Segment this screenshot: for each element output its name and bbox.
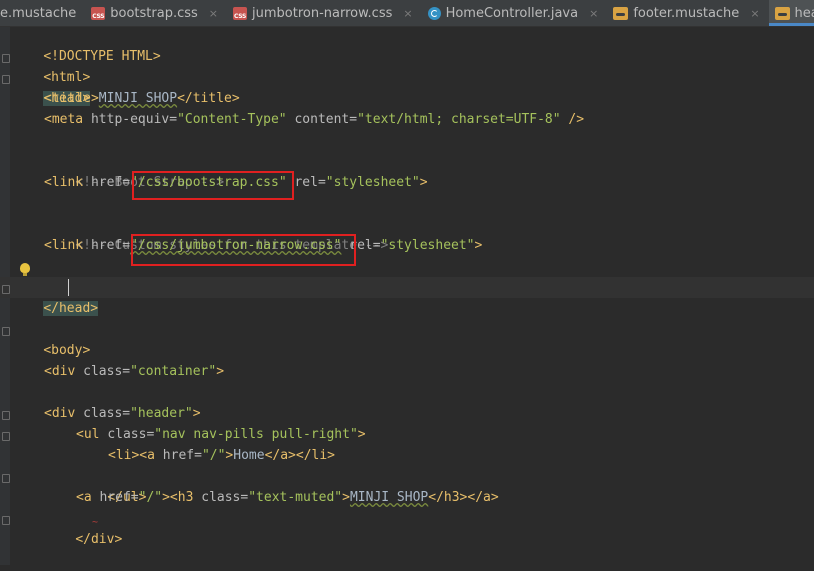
meta-tag-token: <meta (44, 112, 91, 127)
code-line-23[interactable]: <a href="/"><h3 class="text-muted">MINJI… (76, 487, 499, 508)
fold-marker-icon[interactable] (2, 411, 10, 420)
fold-marker-icon[interactable] (2, 285, 10, 294)
div-close-tag-token: </div> (75, 532, 123, 547)
attr-value-token: "text-muted" (248, 490, 343, 505)
ul-tag-token: <ul (76, 427, 108, 442)
code-line-20[interactable]: <ul class="nav nav-pills pull-right"> (76, 424, 366, 445)
attr-token: class= (83, 364, 131, 379)
code-line-5[interactable]: <meta http-equiv="Content-Type" content=… (44, 109, 584, 130)
css-file-icon: CSS (91, 6, 106, 20)
attr-token: http-equiv= (90, 112, 178, 127)
code-line-10[interactable]: <!-- Custom styles for this template --> (44, 214, 388, 253)
code-line-22[interactable]: </ul> (76, 466, 146, 505)
fold-marker-icon[interactable] (2, 54, 10, 63)
code-line-7[interactable]: <!-- Boot Strap --> (44, 151, 224, 190)
attr-value-token: "text/html; charset=UTF-8" (357, 112, 561, 127)
java-class-icon (427, 6, 441, 20)
heading-text-token: MINJI SHOP (349, 490, 429, 505)
title-tag-token: <title> (44, 91, 99, 106)
tag-end-token: > (192, 406, 201, 421)
code-editor[interactable]: <!DOCTYPE HTML> <html> <head> <title>MIN… (0, 27, 814, 565)
li-a-tag-token: <li><a (108, 448, 163, 463)
fold-marker-icon[interactable] (2, 327, 10, 336)
mustache-icon (774, 6, 790, 20)
tab-label: bootstrap.css (110, 5, 198, 21)
h3-tag-token: ><h3 (162, 490, 202, 505)
mustache-icon (613, 6, 629, 20)
editor-tab-bar: e.mustache CSS bootstrap.css × CSS jumbo… (0, 0, 814, 27)
highlight-box-bootstrap-href (132, 171, 294, 200)
tab-bootstrap-css[interactable]: CSS bootstrap.css × (85, 0, 227, 26)
code-line-3[interactable]: <head> (12, 67, 91, 106)
fold-marker-icon[interactable] (2, 75, 10, 84)
error-marker-icon: ~ (92, 517, 99, 528)
attr-value-token: "container" (130, 364, 217, 379)
tab-label: HomeController.java (445, 5, 579, 21)
title-text-token: MINJI SHOP (98, 91, 178, 106)
attr-value-token: "header" (130, 406, 193, 421)
div-tag-token: <div (44, 364, 84, 379)
attr-token: class= (83, 406, 131, 421)
tab-label: footer.mustache (633, 5, 740, 21)
fold-marker-icon[interactable] (2, 516, 10, 525)
fold-marker-icon[interactable] (2, 432, 10, 441)
tab-label: e.mustache (0, 5, 77, 21)
attr-value-token: "stylesheet" (325, 175, 420, 190)
close-icon[interactable]: × (750, 7, 759, 20)
code-line-1[interactable]: <!DOCTYPE HTML> (12, 25, 160, 64)
tag-end-token: /> (560, 112, 585, 127)
highlight-box-jumbotron-href (131, 234, 356, 266)
close-icon[interactable]: × (589, 7, 598, 20)
attr-token: class= (201, 490, 249, 505)
attr-token: href= (90, 238, 131, 253)
current-line-highlight (0, 277, 814, 298)
code-line-2[interactable]: <html> (12, 46, 90, 85)
code-line-15[interactable]: <body> (12, 319, 90, 358)
attr-token: content= (286, 112, 358, 127)
tag-end-token: > (357, 427, 366, 442)
tab-e-mustache[interactable]: e.mustache (0, 0, 85, 26)
text-cursor (68, 279, 69, 296)
head-close-tag-token: </head> (43, 301, 99, 316)
tab-label: jumbotron-narrow.css (252, 5, 393, 21)
attr-value-token: "Content-Type" (177, 112, 287, 127)
tab-jumbotron-narrow-css[interactable]: CSS jumbotron-narrow.css × (227, 0, 422, 26)
tab-header-mustache[interactable]: header.mustache × (768, 0, 814, 26)
attr-token: href= (99, 490, 139, 505)
attr-value-token: "nav nav-pills pull-right" (154, 427, 358, 442)
code-line-13[interactable]: </head> (12, 277, 99, 316)
tab-label: header.mustache (794, 5, 814, 21)
close-icon[interactable]: × (209, 7, 218, 20)
attr-value-token: "stylesheet" (380, 238, 475, 253)
tag-end-token: > (474, 238, 483, 253)
attr-token: class= (107, 427, 155, 442)
attr-token: href= (162, 448, 202, 463)
code-line-4[interactable]: <title>MINJI SHOP</title> (44, 88, 240, 109)
tag-end-token: > (216, 364, 225, 379)
attr-value-token: "/" (201, 448, 226, 463)
lightbulb-icon[interactable] (20, 263, 30, 276)
attr-value-token: "/" (138, 490, 163, 505)
link-tag-token: <link (44, 238, 91, 253)
body-tag-token: <body> (43, 343, 91, 358)
div-tag-token: <div (44, 406, 84, 421)
close-tag-token: </h3></a> (428, 490, 499, 505)
attr-token: href= (90, 175, 131, 190)
close-icon[interactable]: × (403, 7, 412, 20)
close-tag-token: </a></li> (264, 448, 336, 463)
code-line-21[interactable]: <li><a href="/">Home</a></li> (108, 445, 335, 466)
link-text-token: Home (233, 448, 265, 463)
a-tag-token: <a (76, 490, 100, 505)
link-tag-token: <link (44, 175, 91, 190)
css-file-icon: CSS (233, 6, 247, 20)
code-line-19[interactable]: <div class="header"> (44, 403, 201, 424)
tab-homecontroller-java[interactable]: HomeController.java × (422, 0, 608, 26)
title-close-tag-token: </title> (177, 91, 240, 106)
fold-marker-icon[interactable] (2, 474, 10, 483)
tag-end-token: > (342, 490, 350, 505)
code-line-24[interactable]: </div> (44, 508, 122, 547)
code-line-17[interactable]: <div class="container"> (44, 361, 224, 382)
tag-end-token: > (419, 175, 428, 190)
tab-footer-mustache[interactable]: footer.mustache × (607, 0, 768, 26)
